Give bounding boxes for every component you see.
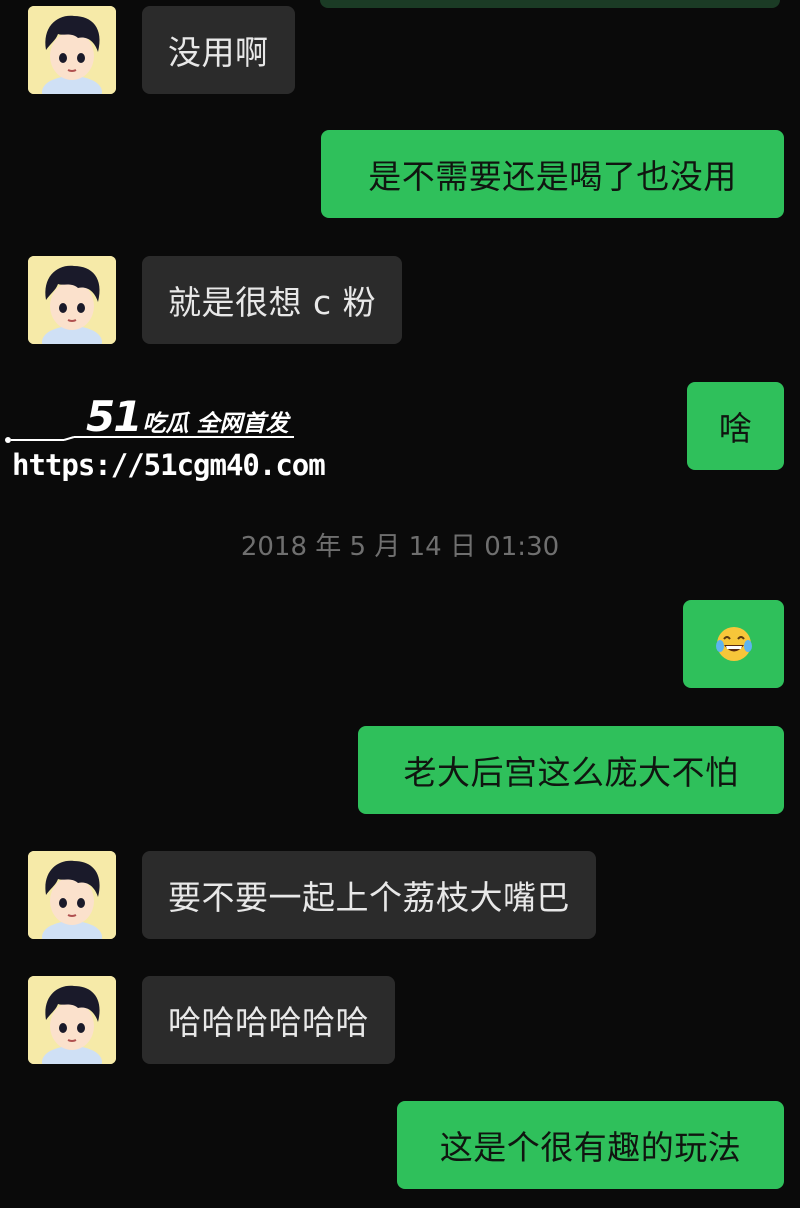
boy-avatar-icon — [28, 851, 116, 939]
watermark-brand-text: 吃瓜 全网首发 — [142, 411, 289, 437]
watermark-url: https://51cgm40.com — [12, 448, 326, 482]
message-text: 是不需要还是喝了也没用 — [368, 157, 737, 196]
incoming-message-bubble[interactable]: 没用啊 — [142, 6, 295, 94]
watermark-circuit-line — [5, 436, 294, 443]
message-text: 就是很想 c 粉 — [168, 283, 377, 322]
avatar[interactable] — [28, 976, 116, 1064]
incoming-message-bubble[interactable]: 要不要一起上个荔枝大嘴巴 — [142, 851, 596, 939]
previous-bubble-edge — [320, 0, 780, 8]
message-timestamp: 2018 年 5 月 14 日 01:30 — [240, 532, 560, 562]
watermark-brand: 51吃瓜 全网首发 — [86, 392, 288, 441]
message-text: 要不要一起上个荔枝大嘴巴 — [168, 878, 570, 917]
avatar[interactable] — [28, 851, 116, 939]
message-text: 这是个很有趣的玩法 — [439, 1128, 742, 1167]
incoming-message-bubble[interactable]: 哈哈哈哈哈哈 — [142, 976, 395, 1064]
avatar[interactable] — [28, 6, 116, 94]
incoming-message-bubble[interactable]: 就是很想 c 粉 — [142, 256, 403, 344]
message-text: 啥 — [718, 409, 753, 448]
watermark-brand-number: 51 — [86, 392, 142, 441]
laughing-tears-emoji-icon — [715, 627, 752, 661]
outgoing-message-bubble[interactable]: 是不需要还是喝了也没用 — [321, 130, 784, 218]
message-text: 哈哈哈哈哈哈 — [168, 1003, 369, 1042]
boy-avatar-icon — [28, 6, 116, 94]
message-text: 没用啊 — [168, 33, 269, 72]
watermark: 51吃瓜 全网首发 https://51cgm40.com — [4, 392, 326, 492]
boy-avatar-icon — [28, 256, 116, 344]
outgoing-message-bubble[interactable]: 啥 — [687, 382, 784, 470]
outgoing-message-bubble[interactable]: 老大后宫这么庞大不怕 — [358, 726, 784, 814]
outgoing-message-bubble[interactable]: 这是个很有趣的玩法 — [397, 1101, 784, 1189]
outgoing-message-bubble[interactable] — [683, 600, 784, 688]
message-text: 老大后宫这么庞大不怕 — [403, 753, 739, 792]
boy-avatar-icon — [28, 976, 116, 1064]
avatar[interactable] — [28, 256, 116, 344]
